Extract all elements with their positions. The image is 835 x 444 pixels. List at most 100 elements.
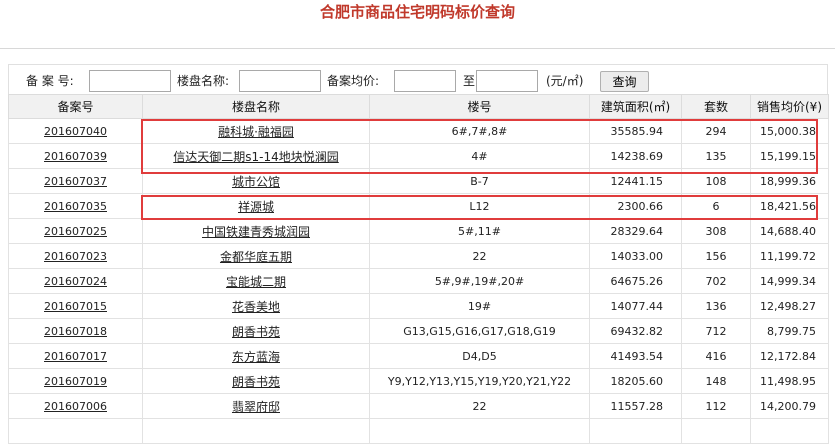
units-cell: 6	[681, 193, 751, 219]
avg-price-cell: 11,199.72	[750, 243, 829, 269]
avg-price-cell: 14,200.79	[750, 393, 829, 419]
table-row: 201607024 宝能城二期 5#,9#,19#,20# 64675.26 702 14…	[8, 268, 829, 294]
table-row	[8, 418, 829, 444]
record-number-cell: 201607017	[8, 343, 143, 369]
project-name-link[interactable]: 金都华庭五期	[220, 250, 292, 264]
record-number-link[interactable]: 201607019	[44, 375, 107, 388]
record-number-input[interactable]	[89, 70, 171, 92]
column-header-units: 套数	[681, 94, 751, 119]
project-name-cell: 朗香书苑	[142, 318, 370, 344]
record-number-cell: 201607024	[8, 268, 143, 294]
floor-area-cell: 69432.82	[589, 318, 682, 344]
record-number-link[interactable]: 201607006	[44, 400, 107, 413]
record-number-cell: 201607025	[8, 218, 143, 244]
buildings-cell: 22	[369, 243, 590, 269]
project-name-input[interactable]	[239, 70, 321, 92]
project-name-link[interactable]: 东方蓝海	[232, 350, 280, 364]
table-row: 201607019 朗香书苑 Y9,Y12,Y13,Y15,Y19,Y20,Y21,…	[8, 368, 829, 394]
record-number-link[interactable]: 201607018	[44, 325, 107, 338]
project-name-cell: 城市公馆	[142, 168, 370, 194]
project-name-cell: 信达天御二期s1-14地块悦澜园	[142, 143, 370, 169]
record-number-link[interactable]: 201607039	[44, 150, 107, 163]
project-name-link[interactable]: 中国铁建青秀城润园	[202, 225, 310, 239]
record-number-link[interactable]: 201607035	[44, 200, 107, 213]
column-header-avg-price: 销售均价(¥)	[750, 94, 829, 119]
avg-price-cell: 8,799.75	[750, 318, 829, 344]
query-button[interactable]: 查询	[600, 71, 649, 92]
avg-price-cell	[750, 418, 829, 444]
project-name-cell: 朗香书苑	[142, 368, 370, 394]
units-cell: 294	[681, 118, 751, 144]
record-number-link[interactable]: 201607037	[44, 175, 107, 188]
buildings-cell: 4#	[369, 143, 590, 169]
avg-price-cell: 18,999.36	[750, 168, 829, 194]
buildings-cell: B-7	[369, 168, 590, 194]
table-row: 201607023 金都华庭五期 22 14033.00 156 11,199.72	[8, 243, 829, 269]
floor-area-cell: 14238.69	[589, 143, 682, 169]
project-name-cell: 花香美地	[142, 293, 370, 319]
record-number-cell: 201607040	[8, 118, 143, 144]
table-row: 201607015 花香美地 19# 14077.44 136 12,498.27	[8, 293, 829, 319]
record-number-link[interactable]: 201607015	[44, 300, 107, 313]
project-name-link[interactable]: 信达天御二期s1-14地块悦澜园	[173, 150, 339, 164]
table-row: 201607037 城市公馆 B-7 12441.15 108 18,999.36	[8, 168, 829, 194]
table-row: 201607017 东方蓝海 D4,D5 41493.54 416 12,172.84	[8, 343, 829, 369]
price-max-input[interactable]	[476, 70, 538, 92]
record-number-link[interactable]: 201607024	[44, 275, 107, 288]
price-to-label: 至	[463, 74, 476, 88]
project-name-link[interactable]: 花香美地	[232, 300, 280, 314]
avg-price-cell: 15,000.38	[750, 118, 829, 144]
project-name-link[interactable]: 翡翠府邸	[232, 400, 280, 414]
page-title: 合肥市商品住宅明码标价查询	[319, 3, 515, 21]
units-cell: 136	[681, 293, 751, 319]
record-number-cell: 201607019	[8, 368, 143, 394]
project-name-link[interactable]: 宝能城二期	[226, 275, 286, 289]
record-number-link[interactable]: 201607025	[44, 225, 107, 238]
record-number-link[interactable]: 201607040	[44, 125, 107, 138]
buildings-cell	[369, 418, 590, 444]
units-cell: 135	[681, 143, 751, 169]
record-number-link[interactable]: 201607017	[44, 350, 107, 363]
project-name-cell: 祥源城	[142, 193, 370, 219]
floor-area-cell: 18205.60	[589, 368, 682, 394]
table-row: 201607025 中国铁建青秀城润园 5#,11# 28329.64 308 14,68…	[8, 218, 829, 244]
units-cell	[681, 418, 751, 444]
table-header-row: 备案号 楼盘名称 楼号 建筑面积(㎡) 套数 销售均价(¥)	[8, 94, 829, 119]
buildings-cell: D4,D5	[369, 343, 590, 369]
avg-price-cell: 12,498.27	[750, 293, 829, 319]
project-name-label: 楼盘名称:	[177, 74, 230, 88]
project-name-link[interactable]: 朗香书苑	[232, 375, 280, 389]
units-cell: 416	[681, 343, 751, 369]
price-min-input[interactable]	[394, 70, 456, 92]
search-form: 备 案 号: 楼盘名称: 备案均价: 至 (元/㎡) 查询	[8, 64, 828, 94]
record-number-cell: 201607023	[8, 243, 143, 269]
buildings-cell: 5#,11#	[369, 218, 590, 244]
column-header-floor-area: 建筑面积(㎡)	[589, 94, 682, 119]
units-cell: 108	[681, 168, 751, 194]
floor-area-cell: 28329.64	[589, 218, 682, 244]
record-number-link[interactable]: 201607023	[44, 250, 107, 263]
project-name-cell: 宝能城二期	[142, 268, 370, 294]
project-name-link[interactable]: 祥源城	[238, 200, 274, 214]
buildings-cell: 5#,9#,19#,20#	[369, 268, 590, 294]
record-number-cell: 201607018	[8, 318, 143, 344]
record-number-cell: 201607039	[8, 143, 143, 169]
record-number-cell: 201607015	[8, 293, 143, 319]
avg-price-cell: 15,199.15	[750, 143, 829, 169]
project-name-link[interactable]: 融科城·融福园	[218, 125, 294, 139]
floor-area-cell: 2300.66	[589, 193, 682, 219]
record-number-cell: 201607037	[8, 168, 143, 194]
buildings-cell: 22	[369, 393, 590, 419]
table-row: 201607035 祥源城 L12 2300.66 6 18,421.56	[8, 193, 829, 219]
project-name-link[interactable]: 朗香书苑	[232, 325, 280, 339]
project-name-cell: 翡翠府邸	[142, 393, 370, 419]
price-label: 备案均价:	[327, 74, 380, 88]
floor-area-cell	[589, 418, 682, 444]
table-row: 201607018 朗香书苑 G13,G15,G16,G17,G18,G19 6943…	[8, 318, 829, 344]
units-cell: 712	[681, 318, 751, 344]
record-number-label: 备 案 号:	[26, 74, 74, 88]
buildings-cell: 19#	[369, 293, 590, 319]
divider	[0, 48, 835, 49]
project-name-link[interactable]: 城市公馆	[232, 175, 280, 189]
record-number-cell	[8, 418, 143, 444]
